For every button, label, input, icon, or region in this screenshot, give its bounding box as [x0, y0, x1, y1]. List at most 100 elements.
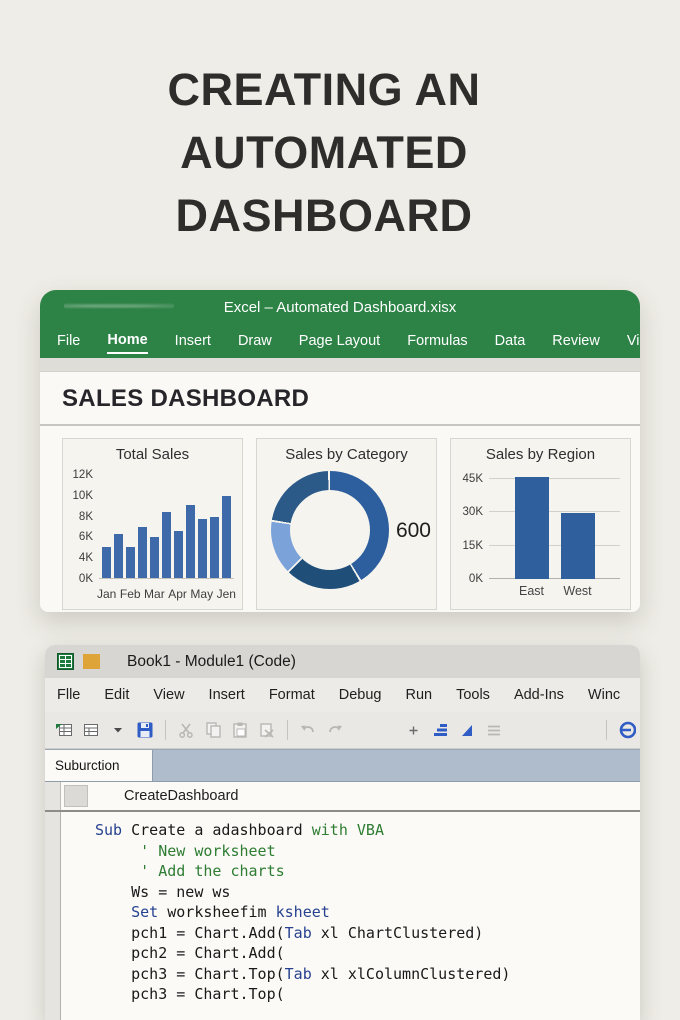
code-line: pch2 = Chart.Add( [95, 943, 640, 964]
paste-icon[interactable] [231, 721, 249, 739]
x-tick-label: Mar [144, 587, 165, 601]
x-tick-label: Feb [119, 587, 141, 601]
vba-menu-run[interactable]: Run [405, 687, 432, 703]
total-sales-bar [126, 547, 135, 578]
x-tick-label: Apr [168, 587, 187, 601]
code-token-kw: Tab [284, 964, 312, 983]
region-y-axis: 0K 15K 30K 45K [455, 473, 485, 585]
code-token-cmt: ' New worksheet [140, 841, 276, 860]
vba-menu-debug[interactable]: Debug [339, 687, 382, 703]
total-sales-bar [222, 495, 231, 578]
insert-module-icon[interactable] [82, 721, 100, 739]
dashboard-cards: Total Sales 0K 4K 6K 8K 10K 12K Jan Feb Mar Apr M… [40, 426, 640, 610]
excel-tab-page-layout[interactable]: Page Layout [299, 329, 380, 353]
code-token-txt: pch2 = Chart.Add( [95, 944, 285, 962]
vba-menu-view[interactable]: View [153, 687, 184, 703]
indent-icon[interactable] [431, 721, 449, 739]
total-sales-card: Total Sales 0K 4K 6K 8K 10K 12K Jan Feb Mar Apr M… [62, 438, 243, 610]
sales-by-region-card: Sales by Region 0K 15K 30K 45K East West [450, 438, 631, 610]
plus-icon[interactable] [404, 721, 422, 739]
excel-tab-home[interactable]: Home [107, 328, 148, 354]
excel-titlebar: Excel – Automated Dashboard.xisx [40, 290, 640, 324]
excel-window-title: Excel – Automated Dashboard.xisx [223, 298, 457, 316]
total-sales-bar [162, 512, 171, 578]
vba-menu-insert[interactable]: Insert [209, 687, 245, 703]
total-sales-bar [150, 536, 159, 578]
procedure-dropdown[interactable]: Suburction [45, 750, 153, 781]
code-line: ' New worksheet [95, 841, 640, 862]
vba-editor-window: Book1 - Module1 (Code) Flle Edit View Inser… [45, 645, 640, 1020]
total-sales-bars [99, 475, 234, 579]
toolbar-separator [606, 720, 607, 740]
ribbon-strip [40, 358, 640, 372]
y-tick-label: 45K [462, 473, 483, 485]
code-token-txt: pch1 = Chart.Add( [95, 923, 285, 942]
copy-icon[interactable] [204, 721, 222, 739]
vba-menu-edit[interactable]: Edit [104, 687, 129, 703]
code-token-cmt: ' Add the charts [140, 862, 285, 880]
total-sales-bar [198, 519, 207, 578]
orange-square-icon [83, 654, 100, 669]
vba-menu-add-ins[interactable]: Add-Ins [514, 687, 564, 703]
total-sales-bar [114, 533, 123, 578]
x-tick-label: East [518, 584, 544, 598]
code-line: Sub Create a adashboard with VBA [95, 820, 640, 841]
save-icon[interactable] [136, 721, 154, 739]
donut-data-label: 600 [395, 519, 431, 542]
code-token-txt: xl ChartClustered) [311, 923, 484, 942]
x-tick-label: Jan [97, 587, 117, 601]
clear-icon[interactable] [258, 721, 276, 739]
poster-title-line: DASHBOARD [175, 190, 473, 241]
poster-page: { "poster": { "title_lines": ["CREATING … [0, 0, 680, 1020]
code-token-txt: worksheefim [158, 903, 276, 921]
vba-menu-format[interactable]: Format [269, 687, 315, 703]
view-excel-icon[interactable] [55, 721, 73, 739]
code-token-kw: Set [131, 903, 159, 921]
redo-icon[interactable] [326, 721, 344, 739]
excel-tab-data[interactable]: Data [495, 329, 526, 353]
code-token-kw: Tab [284, 923, 312, 942]
cut-icon[interactable] [177, 721, 195, 739]
design-mode-icon[interactable] [618, 721, 636, 739]
excel-tab-insert[interactable]: Insert [175, 329, 211, 353]
y-tick-label: 30K [462, 506, 483, 519]
vba-menu-flle[interactable]: Flle [57, 687, 80, 703]
code-token-kw: Sub [95, 821, 123, 839]
y-tick-label: 0K [468, 573, 483, 585]
y-tick-label: 12K [72, 469, 93, 481]
y-tick-label: 15K [462, 539, 483, 552]
list-icon[interactable] [485, 721, 503, 739]
total-sales-y-axis: 0K 4K 6K 8K 10K 12K [67, 469, 95, 585]
code-line: pch1 = Chart.Add(Tab xl ChartClustered) [95, 923, 640, 944]
excel-tab-draw[interactable]: Draw [238, 329, 272, 353]
vba-menu-tools[interactable]: Tools [456, 687, 490, 703]
x-tick-label: May [190, 587, 214, 601]
procedure-dropdown-label: Suburction [55, 758, 120, 773]
region-bar [560, 513, 595, 579]
vba-window-title: Book1 - Module1 (Code) [127, 652, 296, 670]
run-icon[interactable] [458, 721, 476, 739]
x-tick-label: West [563, 584, 592, 598]
object-box[interactable] [64, 785, 88, 807]
vba-menubar: Flle Edit View Insert Format Debug Run Tools Add… [45, 678, 640, 712]
y-tick-label: 10K [72, 489, 93, 502]
vba-toolbar [45, 712, 640, 749]
vba-titlebar: Book1 - Module1 (Code) [45, 645, 640, 678]
excel-tab-review[interactable]: Review [552, 329, 600, 353]
region-plot: East West [489, 477, 620, 598]
code-line: pch3 = Chart.Top(Tab xl xlColumnClustere… [95, 964, 640, 985]
excel-tab-formulas[interactable]: Formulas [407, 329, 467, 353]
dropdown-caret-icon[interactable] [109, 721, 127, 739]
excel-ribbon-tabs: File Home Insert Draw Page Layout Formulas Dat… [40, 324, 640, 358]
poster-title-line: CREATING AN [167, 64, 481, 115]
code-editor[interactable]: Sub Create a adashboard with VBA ' New w… [45, 812, 640, 1020]
vba-menu-winc[interactable]: Winc [588, 687, 620, 703]
total-sales-bar [102, 547, 111, 578]
undo-icon[interactable] [299, 721, 317, 739]
excel-tab-vie[interactable]: Vie [627, 329, 640, 353]
excel-tab-file[interactable]: File [57, 329, 80, 353]
toolbar-separator [287, 720, 288, 740]
code-token-txt: xl xlColumnClustered) [311, 964, 511, 983]
excel-sheet-icon [57, 653, 74, 670]
